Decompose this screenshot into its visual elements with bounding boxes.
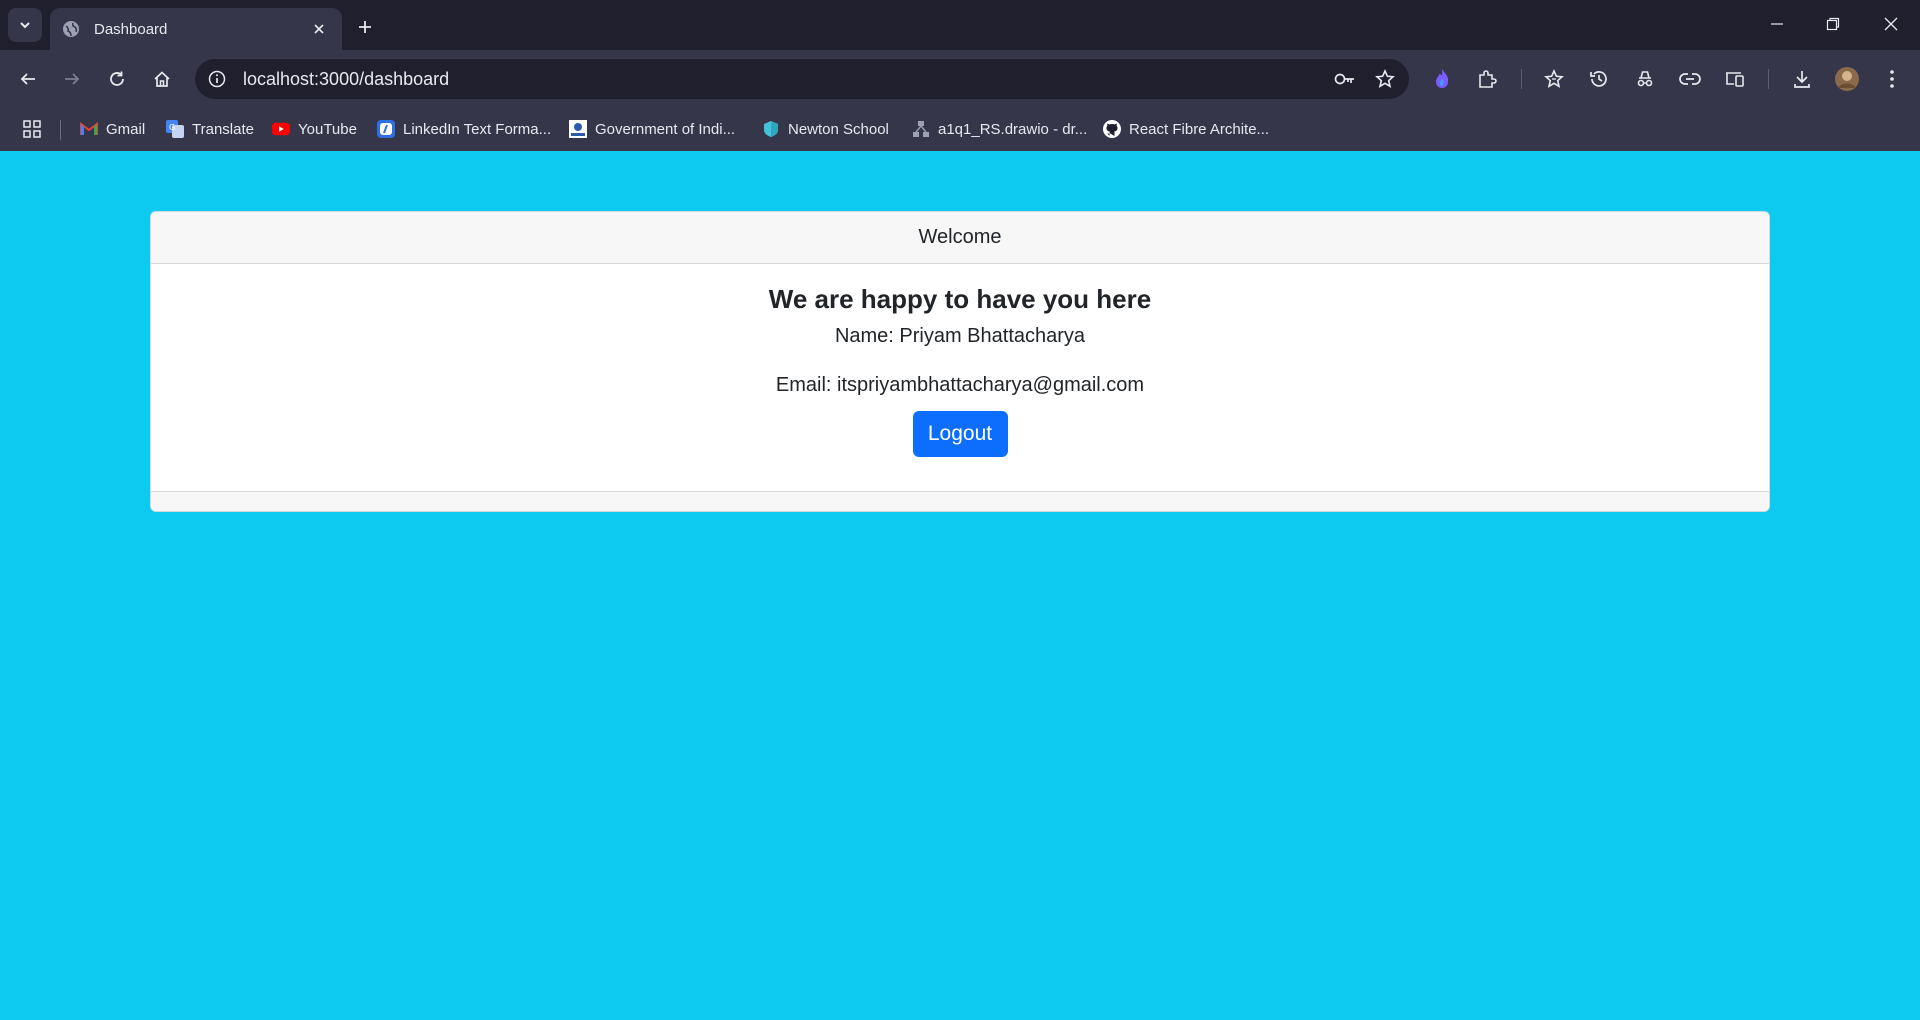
bookmark-drawio[interactable]: a1q1_RS.drawio - dr... (906, 114, 1093, 144)
welcome-card: Welcome We are happy to have you here Na… (150, 211, 1770, 512)
bookmark-gmail[interactable]: Gmail (74, 114, 151, 144)
bookmark-react-fibre[interactable]: React Fibre Archite... (1097, 114, 1275, 144)
profile-avatar[interactable] (1830, 62, 1864, 96)
bookmark-government[interactable]: Government of Indi... (563, 114, 741, 144)
bookmark-youtube[interactable]: YouTube (266, 114, 363, 144)
extensions-puzzle-icon[interactable] (1470, 62, 1504, 96)
site-info-icon[interactable] (203, 65, 231, 93)
new-tab-button[interactable] (350, 12, 380, 42)
logout-button[interactable]: Logout (912, 411, 1008, 457)
card-body: We are happy to have you here Name: Priy… (151, 264, 1769, 491)
arrow-left-icon (20, 73, 35, 85)
drawio-icon (912, 120, 930, 138)
svg-text:G: G (169, 123, 175, 132)
bookmark-label: Newton School (788, 120, 889, 138)
government-icon (569, 120, 587, 138)
browser-titlebar: Dashboard (0, 0, 1920, 50)
bookmark-label: React Fibre Archite... (1129, 120, 1270, 138)
chevron-down-icon (20, 22, 30, 29)
apps-grid-icon[interactable] (20, 117, 44, 141)
reload-icon (110, 71, 124, 86)
address-bar[interactable]: localhost:3000/dashboard (195, 59, 1409, 99)
bookmark-newton-school[interactable]: Newton School (756, 114, 895, 144)
globe-icon (62, 20, 80, 38)
user-name-text: Name: Priyam Bhattacharya (834, 325, 1086, 347)
home-icon (154, 71, 170, 87)
bookmark-label: LinkedIn Text Forma... (403, 120, 552, 138)
bookmarks-divider (60, 120, 61, 140)
restore-button[interactable] (1810, 6, 1856, 42)
minimize-icon (1771, 23, 1783, 25)
extension-flame-icon[interactable] (1425, 62, 1459, 96)
page-viewport: Welcome We are happy to have you here Na… (0, 151, 1920, 1020)
home-button[interactable] (145, 62, 179, 96)
back-button[interactable] (11, 62, 45, 96)
bookmark-label: Translate (192, 120, 254, 138)
user-email-text: Email: itspriyambhattacharya@gmail.com (775, 374, 1145, 396)
bookmark-label: YouTube (298, 120, 357, 138)
bookmark-translate[interactable]: G Translate (160, 114, 260, 144)
minimize-button[interactable] (1754, 6, 1800, 42)
url-text[interactable]: localhost:3000/dashboard (243, 69, 1329, 90)
linkedin-formatter-icon (377, 120, 395, 138)
bookmark-label: Government of Indi... (595, 120, 736, 138)
bookmark-linkedin-formatter[interactable]: LinkedIn Text Forma... (371, 114, 557, 144)
bookmark-label: Gmail (106, 120, 146, 138)
reload-button[interactable] (100, 62, 134, 96)
translate-icon: G (166, 120, 184, 138)
arrow-right-icon (65, 73, 80, 85)
browser-toolbar: localhost:3000/dashboard (0, 50, 1920, 108)
close-tab-icon[interactable] (308, 18, 330, 40)
tab-search-button[interactable] (8, 8, 42, 42)
youtube-icon (272, 120, 290, 138)
forward-button[interactable] (55, 62, 89, 96)
bookmark-star-icon[interactable] (1369, 63, 1401, 95)
close-window-button[interactable] (1868, 6, 1914, 42)
card-footer (151, 491, 1769, 511)
history-icon[interactable] (1582, 62, 1616, 96)
plus-icon (359, 21, 371, 33)
menu-kebab-icon[interactable] (1875, 62, 1909, 96)
toolbar-divider (1521, 69, 1522, 89)
devices-icon[interactable] (1718, 62, 1752, 96)
card-title: We are happy to have you here (768, 284, 1152, 314)
bookmarks-bar: Gmail G Translate YouTube LinkedIn Text … (0, 108, 1920, 151)
link-icon[interactable] (1673, 62, 1707, 96)
incognito-icon[interactable] (1628, 62, 1662, 96)
tab-title: Dashboard (94, 20, 168, 38)
bookmarks-star-icon[interactable] (1537, 62, 1571, 96)
tab-dashboard[interactable]: Dashboard (50, 8, 342, 50)
gmail-icon (80, 120, 98, 138)
github-icon (1103, 120, 1121, 138)
password-key-icon[interactable] (1329, 63, 1361, 95)
card-header: Welcome (151, 212, 1769, 264)
bookmark-label: a1q1_RS.drawio - dr... (938, 120, 1088, 138)
toolbar-divider (1768, 69, 1769, 89)
close-icon (1884, 17, 1898, 31)
newton-school-icon (762, 120, 780, 138)
restore-icon (1826, 17, 1840, 31)
download-icon[interactable] (1785, 62, 1819, 96)
